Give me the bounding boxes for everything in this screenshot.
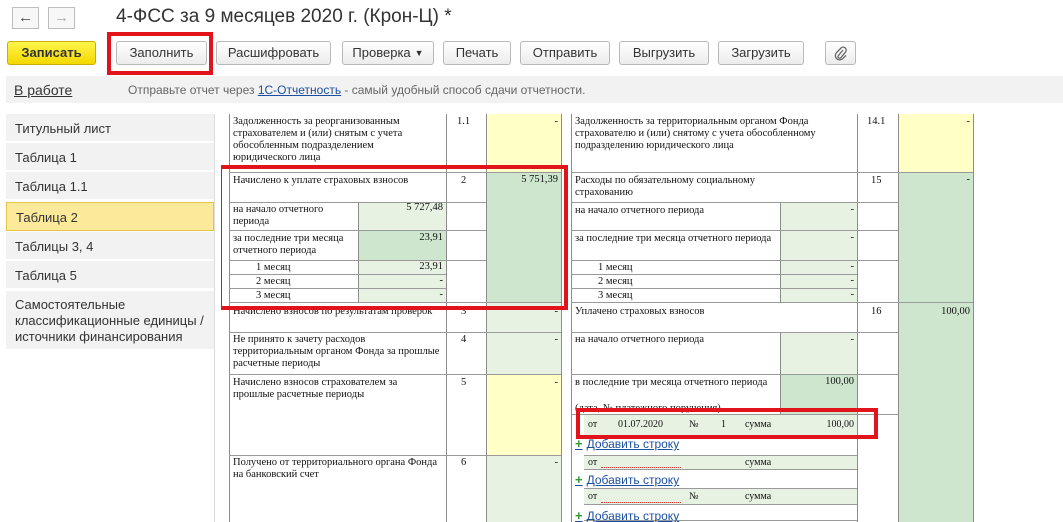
decode-button[interactable]: Расшифровать bbox=[216, 41, 331, 65]
attach-button[interactable] bbox=[825, 41, 856, 65]
arrow-left-icon: ← bbox=[18, 9, 33, 26]
row-15-value: - bbox=[966, 174, 971, 185]
info-bar: В работе Отправьте отчет через 1С-Отчетн… bbox=[6, 76, 1063, 103]
row-16-start-label: на начало отчетного периода bbox=[575, 334, 705, 345]
export-button[interactable]: Выгрузить bbox=[619, 41, 709, 65]
row-15-m2-value[interactable]: - bbox=[780, 275, 855, 286]
save-button[interactable]: Записать bbox=[7, 41, 96, 65]
cell-15-value bbox=[898, 172, 973, 302]
empty-from-label: от bbox=[588, 457, 598, 468]
plus-icon: + bbox=[575, 508, 583, 522]
report-form: Задолженность за реорганизованным страхо… bbox=[221, 114, 1063, 522]
add-row-link[interactable]: + Добавить строку bbox=[575, 472, 679, 487]
add-row-link[interactable]: + Добавить строку bbox=[575, 508, 679, 522]
arrow-right-icon: → bbox=[54, 9, 69, 26]
highlight-row-2 bbox=[221, 165, 568, 310]
row-1-1-label: Задолженность за реорганизованным страхо… bbox=[233, 116, 403, 162]
back-button[interactable]: ← bbox=[12, 7, 39, 29]
sidebar-divider bbox=[214, 114, 215, 522]
row-5-value[interactable]: - bbox=[486, 377, 559, 388]
paperclip-icon bbox=[834, 46, 847, 61]
row-6-label: Получено от территориального органа Фонд… bbox=[233, 457, 437, 480]
sidebar-item-table1-1[interactable]: Таблица 1.1 bbox=[6, 172, 214, 199]
sidebar-item-table2[interactable]: Таблица 2 bbox=[6, 202, 214, 231]
row-16-last3-value: 100,00 bbox=[825, 376, 854, 387]
row-1-1-value[interactable]: - bbox=[486, 116, 559, 127]
sidebar-item-title[interactable]: Титульный лист bbox=[6, 114, 214, 141]
row-6-value: - bbox=[554, 457, 559, 468]
print-button[interactable]: Печать bbox=[443, 41, 511, 65]
row-16-label: Уплачено страховых взносов bbox=[575, 306, 705, 317]
row-15-start-value[interactable]: - bbox=[780, 204, 855, 215]
row-16-value: 100,00 bbox=[941, 306, 970, 317]
row-15-m1-value[interactable]: - bbox=[780, 261, 855, 272]
check-button-label: Проверка bbox=[352, 45, 411, 60]
highlight-fill-button bbox=[107, 32, 213, 75]
row-16-last3-label: в последние три месяца отчетного периода bbox=[575, 377, 768, 388]
sidebar-item-table1[interactable]: Таблица 1 bbox=[6, 143, 214, 170]
empty-date-field[interactable] bbox=[601, 467, 681, 468]
row-5-code: 5 bbox=[461, 377, 467, 388]
row-6-code: 6 bbox=[461, 457, 467, 468]
row-14-1-code: 14.1 bbox=[867, 116, 886, 127]
row-15-m1-label: 1 месяц bbox=[598, 262, 633, 273]
row-15-m2-label: 2 месяц bbox=[598, 276, 633, 287]
row-15-m3-value[interactable]: - bbox=[780, 289, 855, 300]
row-15-last3-value: - bbox=[850, 232, 855, 243]
plus-icon: + bbox=[575, 472, 583, 487]
row-15-start-label: на начало отчетного периода bbox=[575, 205, 705, 216]
page-title: 4-ФСС за 9 месяцев 2020 г. (Крон-Ц) * bbox=[116, 6, 452, 27]
empty-sum-label: сумма bbox=[745, 457, 772, 468]
row-4-label: Не принято к зачету расходов территориал… bbox=[233, 334, 440, 369]
row-14-1-label: Задолженность за территориальным органом… bbox=[575, 116, 816, 151]
sidebar-item-table5[interactable]: Таблица 5 bbox=[6, 261, 214, 288]
row-16-start-value[interactable]: - bbox=[780, 334, 855, 345]
empty-sum-label: сумма bbox=[745, 491, 772, 502]
row-14-1-value[interactable]: - bbox=[898, 116, 971, 127]
chevron-down-icon: ▼ bbox=[414, 48, 424, 58]
cell-16-value bbox=[898, 302, 973, 522]
empty-from-label: от bbox=[588, 491, 598, 502]
empty-date-field[interactable] bbox=[601, 502, 681, 503]
sidebar: Титульный лист Таблица 1 Таблица 1.1 Таб… bbox=[6, 114, 214, 522]
row-15-last3-label: за последние три месяца отчетного период… bbox=[575, 233, 772, 244]
send-button[interactable]: Отправить bbox=[520, 41, 610, 65]
sidebar-item-units[interactable]: Самостоятельные классификационные единиц… bbox=[6, 291, 214, 349]
sidebar-item-table3-4[interactable]: Таблицы 3, 4 bbox=[6, 232, 214, 259]
row-4-value: - bbox=[554, 334, 559, 345]
row-15-code: 15 bbox=[871, 175, 882, 186]
row-5-label: Начислено взносов страхователем за прошл… bbox=[233, 377, 398, 400]
check-button[interactable]: Проверка ▼ bbox=[342, 41, 434, 65]
promo-text: Отправьте отчет через 1С-Отчетность - са… bbox=[128, 83, 586, 97]
forward-button[interactable]: → bbox=[48, 7, 75, 29]
empty-no-label: № bbox=[689, 491, 699, 502]
highlight-payment-row bbox=[576, 408, 878, 439]
promo-link[interactable]: 1С-Отчетность bbox=[258, 83, 341, 97]
status-link[interactable]: В работе bbox=[14, 82, 72, 98]
row-1-1-code: 1.1 bbox=[457, 116, 471, 127]
row-16-code: 16 bbox=[871, 306, 882, 317]
import-button[interactable]: Загрузить bbox=[718, 41, 804, 65]
row-15-label: Расходы по обязательному социальному стр… bbox=[575, 175, 755, 198]
row-15-m3-label: 3 месяц bbox=[598, 290, 633, 301]
row-4-code: 4 bbox=[461, 334, 467, 345]
